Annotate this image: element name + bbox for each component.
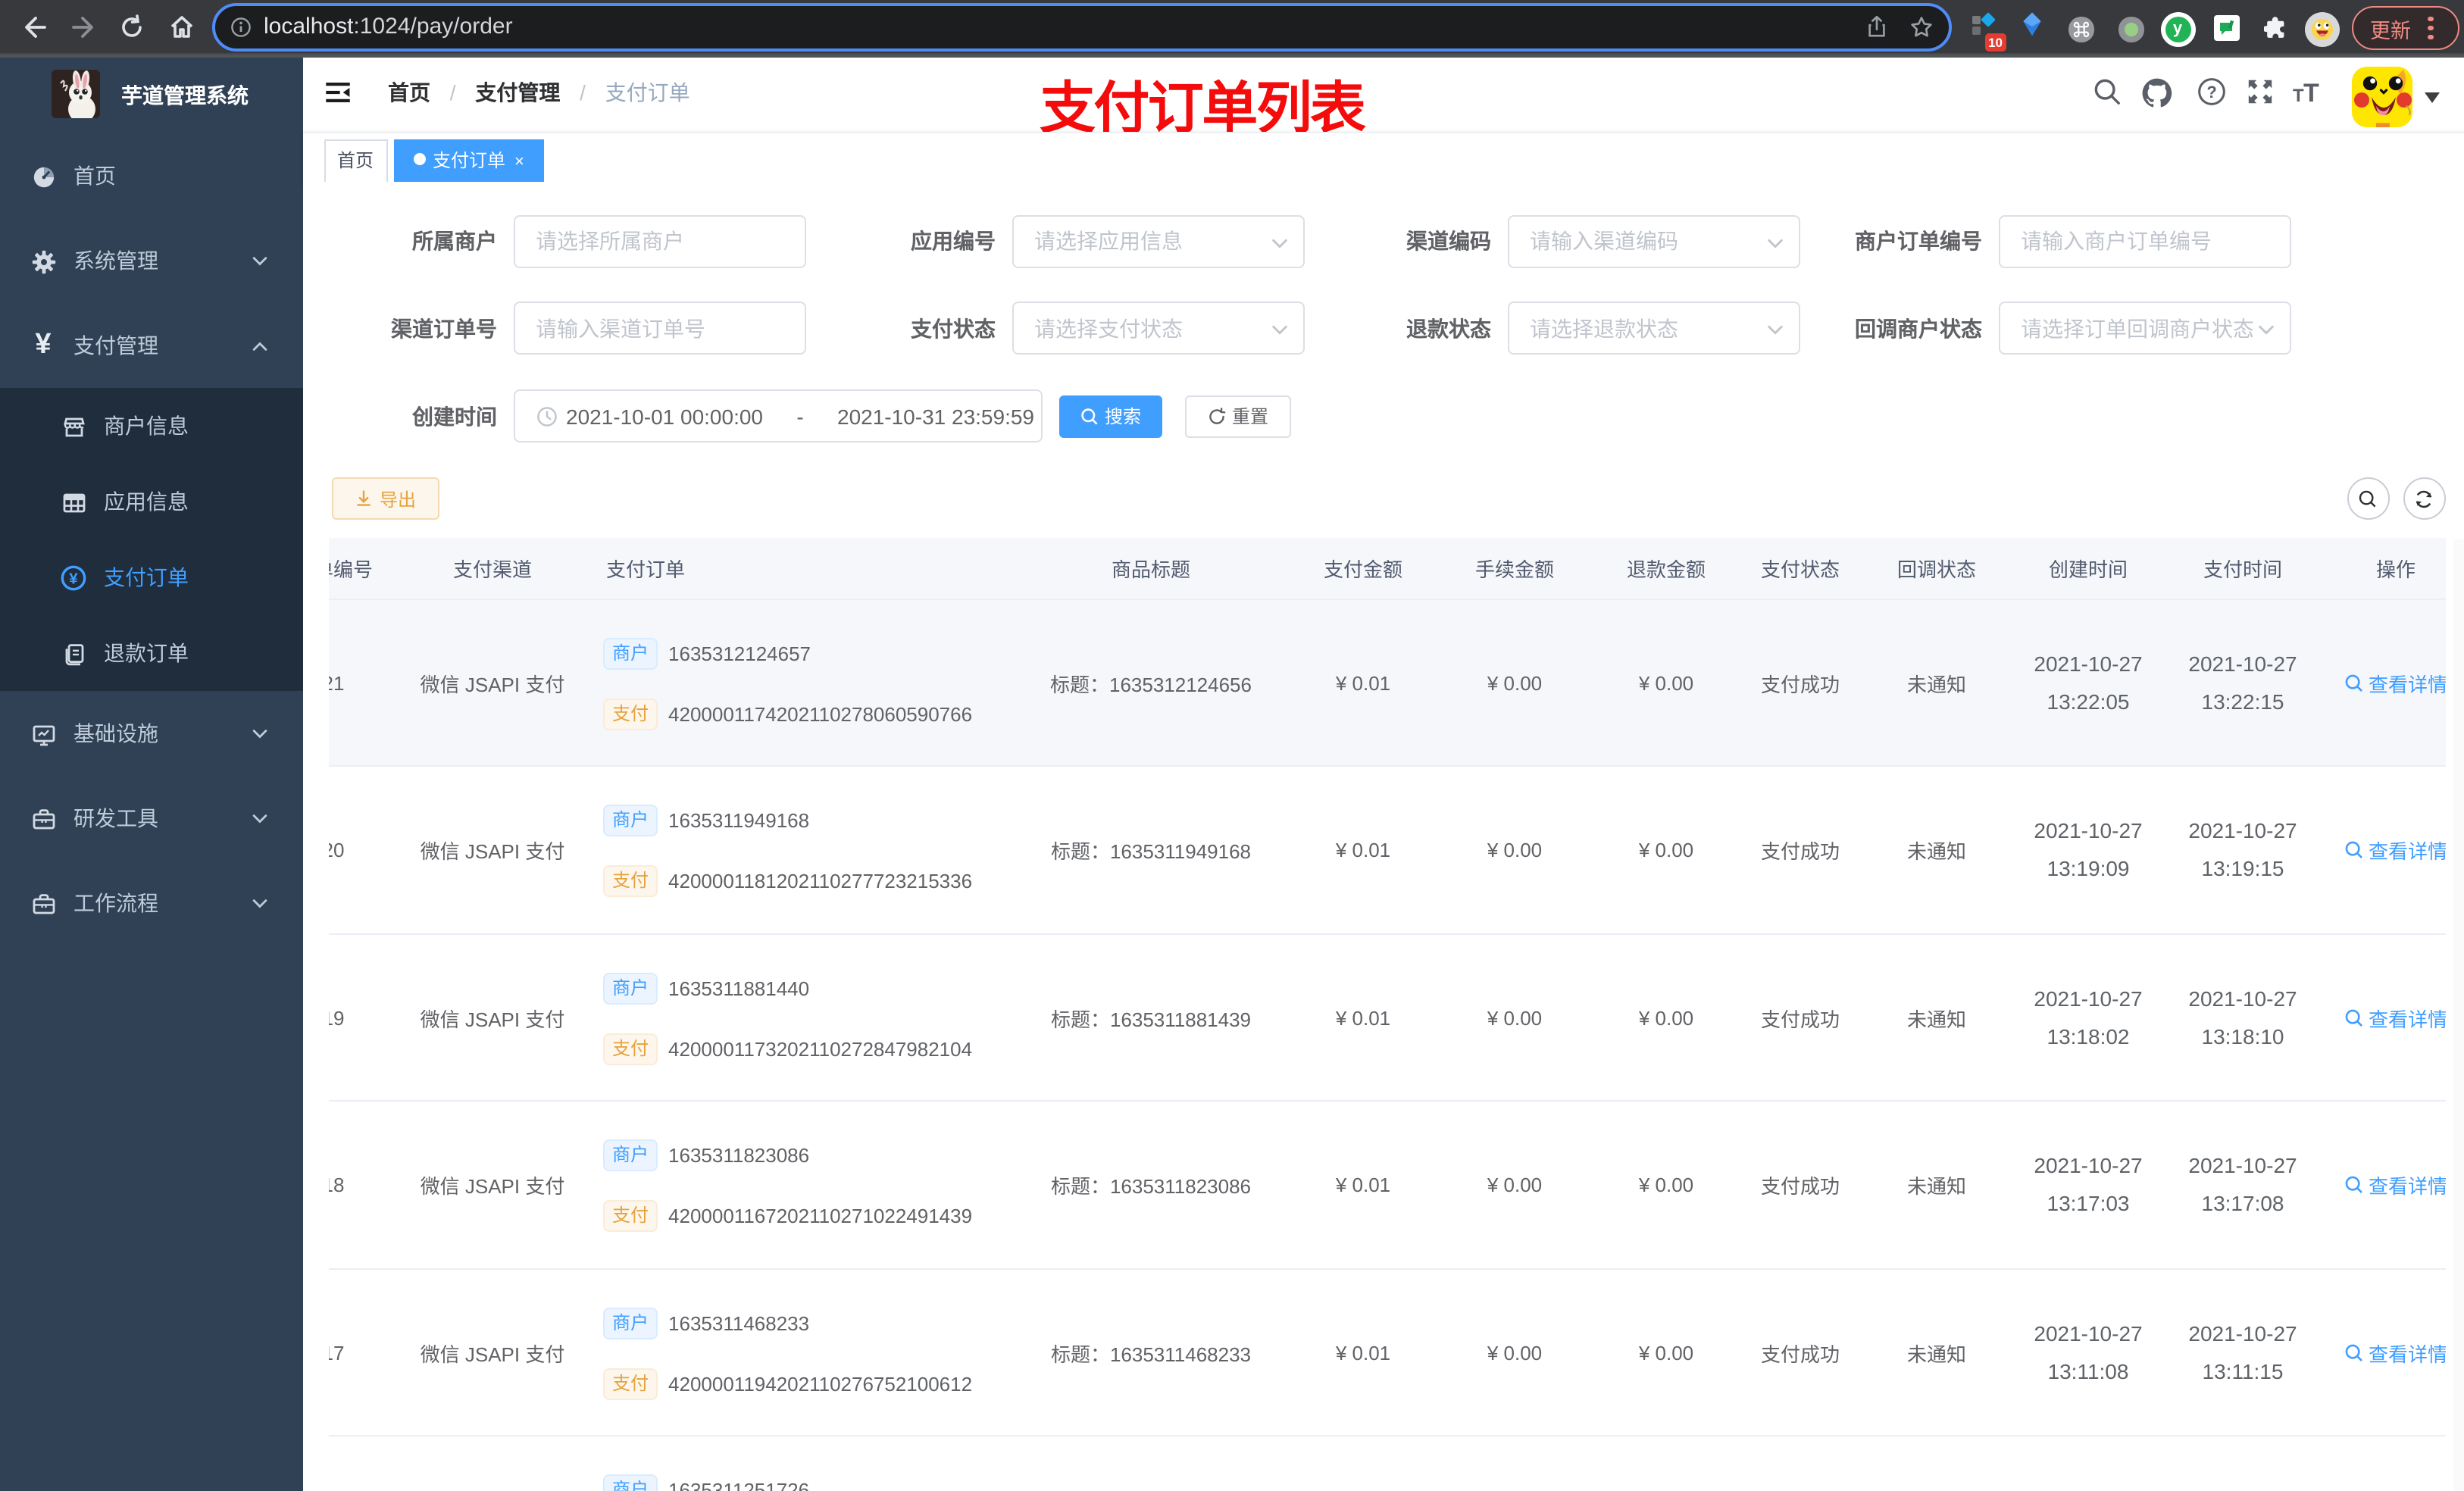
svg-text:T: T: [2293, 86, 2304, 106]
svg-text:?: ?: [2206, 83, 2216, 102]
svg-text:T: T: [2303, 79, 2319, 108]
svg-text:¥: ¥: [69, 570, 78, 588]
